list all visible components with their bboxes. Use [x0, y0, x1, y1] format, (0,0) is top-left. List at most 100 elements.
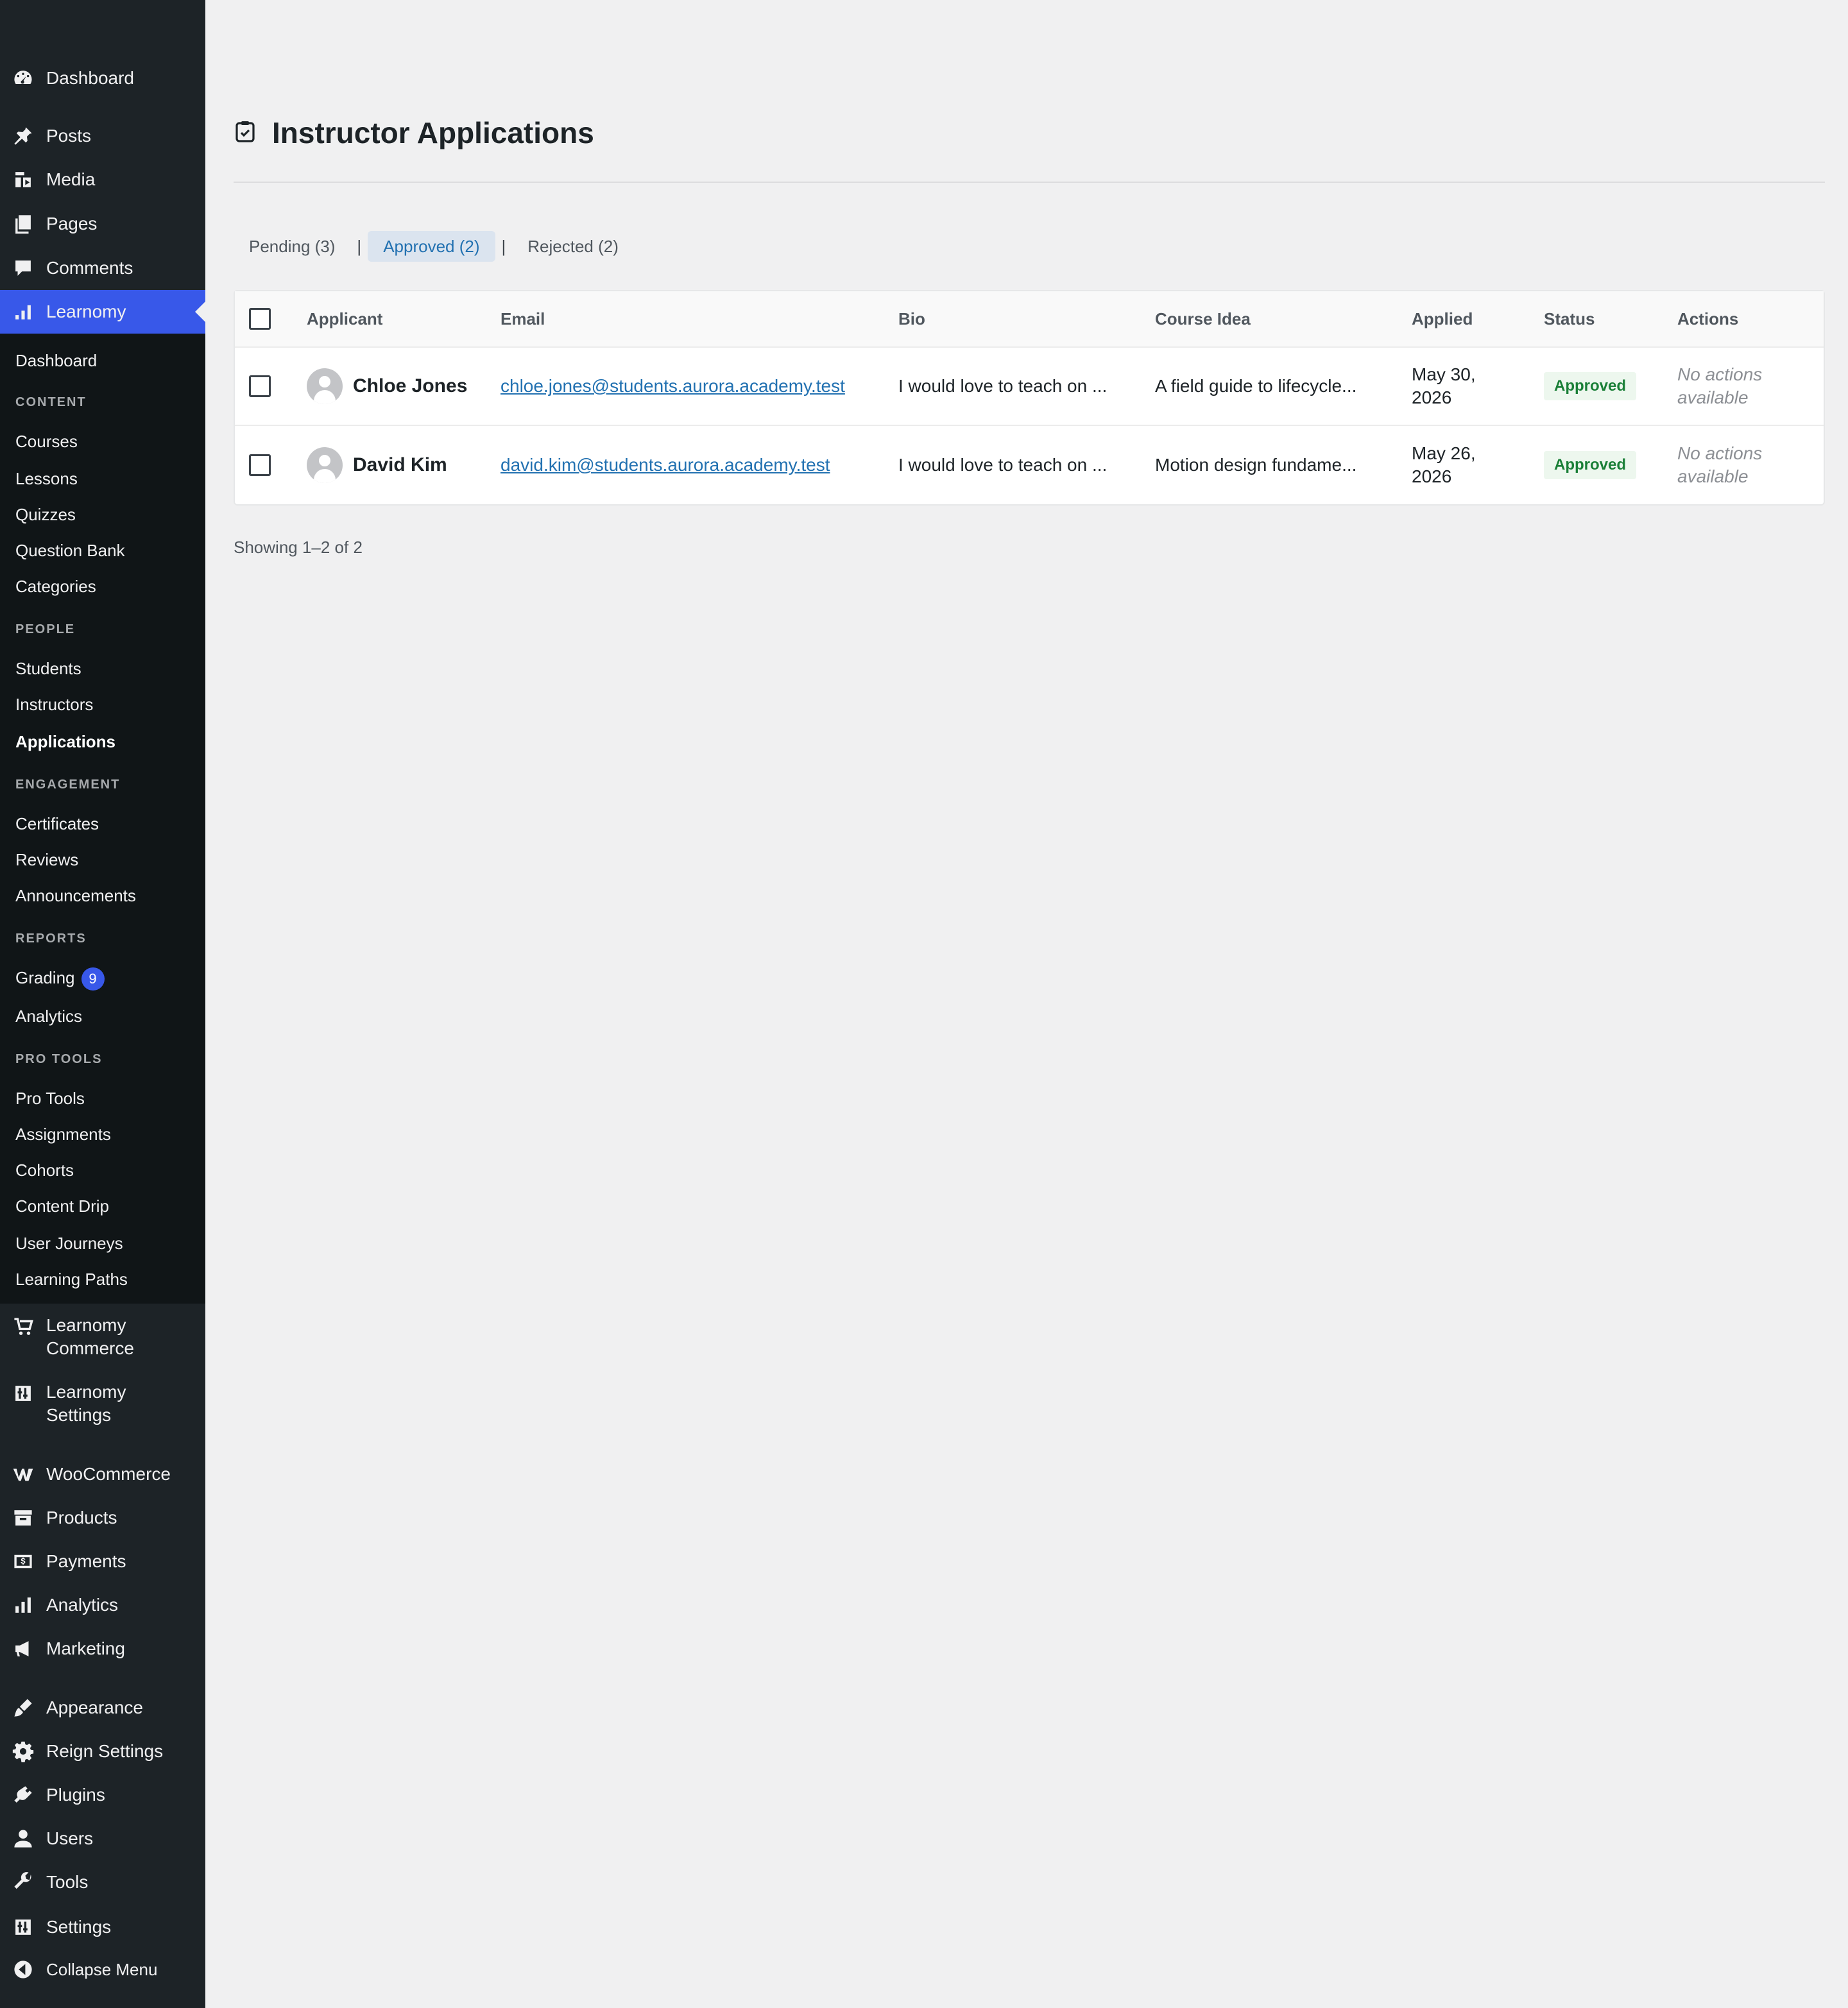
- submenu-certificates[interactable]: Certificates: [15, 812, 99, 835]
- menu-pages[interactable]: Pages: [0, 212, 205, 235]
- submenu-assignments[interactable]: Assignments: [15, 1123, 111, 1146]
- wrench-icon: [12, 1871, 35, 1894]
- page-header: Instructor Applications: [235, 115, 594, 150]
- submenu-lessons[interactable]: Lessons: [15, 467, 78, 490]
- menu-appearance[interactable]: Appearance: [0, 1696, 205, 1719]
- pagination-summary: Showing 1–2 of 2: [234, 538, 363, 557]
- menu-learnomy-commerce[interactable]: Learnomy Commerce: [0, 1314, 205, 1360]
- section-heading-pro-tools: PRO TOOLS: [15, 1052, 103, 1066]
- dashboard-icon: [12, 67, 35, 90]
- grading-count-badge: 9: [81, 967, 105, 991]
- menu-media[interactable]: Media: [0, 168, 205, 191]
- submenu-announcements[interactable]: Announcements: [15, 884, 136, 907]
- column-header-applicant[interactable]: Applicant: [307, 291, 382, 346]
- menu-label: Payments: [46, 1551, 126, 1571]
- menu-users[interactable]: Users: [0, 1827, 205, 1850]
- select-all-checkbox[interactable]: [249, 308, 271, 330]
- submenu-grading[interactable]: Grading 9: [15, 966, 105, 991]
- submenu-quizzes[interactable]: Quizzes: [15, 503, 76, 526]
- menu-learnomy[interactable]: Learnomy: [0, 290, 205, 334]
- column-header-email[interactable]: Email: [501, 291, 545, 346]
- submenu-question-bank[interactable]: Question Bank: [15, 539, 125, 562]
- submenu-cohorts[interactable]: Cohorts: [15, 1159, 74, 1182]
- megaphone-icon: [12, 1637, 35, 1660]
- submenu-students[interactable]: Students: [15, 657, 81, 680]
- page-title: Instructor Applications: [272, 116, 594, 149]
- no-actions-line2: available: [1677, 466, 1749, 486]
- plug-icon: [12, 1783, 35, 1807]
- submenu-analytics[interactable]: Analytics: [15, 1005, 82, 1028]
- column-header-course-idea[interactable]: Course Idea: [1155, 291, 1251, 346]
- tab-pending[interactable]: Pending (3): [234, 231, 350, 262]
- menu-posts[interactable]: Posts: [0, 124, 205, 148]
- menu-tools[interactable]: Tools: [0, 1871, 205, 1894]
- course-idea-cell: Motion design fundame...: [1155, 455, 1357, 475]
- settings-sliders-icon: [12, 1916, 35, 1939]
- submenu-pro-tools[interactable]: Pro Tools: [15, 1087, 85, 1110]
- submenu-applications[interactable]: Applications: [15, 730, 116, 753]
- course-idea-cell: A field guide to lifecycle...: [1155, 376, 1357, 396]
- menu-dashboard[interactable]: Dashboard: [0, 67, 205, 90]
- email-link[interactable]: chloe.jones@students.aurora.academy.test: [501, 376, 845, 396]
- submenu-user-journeys[interactable]: User Journeys: [15, 1232, 123, 1255]
- email-link[interactable]: david.kim@students.aurora.academy.test: [501, 455, 830, 475]
- status-badge: Approved: [1544, 451, 1637, 479]
- menu-marketing[interactable]: Marketing: [0, 1637, 205, 1660]
- actions-cell: No actions available: [1677, 426, 1762, 504]
- submenu-categories[interactable]: Categories: [15, 575, 96, 598]
- status-cell: Approved: [1544, 348, 1637, 425]
- column-header-actions: Actions: [1677, 309, 1739, 328]
- submenu-content-drip[interactable]: Content Drip: [15, 1195, 109, 1218]
- column-header-bio[interactable]: Bio: [898, 291, 925, 346]
- no-actions-line1: No actions: [1677, 443, 1763, 463]
- column-header-status[interactable]: Status: [1544, 291, 1595, 346]
- submenu-learning-paths[interactable]: Learning Paths: [15, 1268, 128, 1291]
- bar-chart-icon: [12, 300, 35, 323]
- no-actions-line1: No actions: [1677, 364, 1763, 384]
- row-checkbox[interactable]: [249, 454, 271, 476]
- tab-separator: |: [501, 236, 506, 256]
- tab-approved[interactable]: Approved (2): [368, 231, 495, 262]
- menu-plugins[interactable]: Plugins: [0, 1783, 205, 1807]
- row-checkbox[interactable]: [249, 375, 271, 397]
- tab-separator: |: [357, 236, 362, 256]
- no-actions-line2: available: [1677, 387, 1749, 407]
- collapse-menu-button[interactable]: Collapse Menu: [0, 1958, 205, 1981]
- applicant-name: David Kim: [353, 454, 447, 475]
- menu-label: Pages: [46, 214, 98, 234]
- row-select-cell: [249, 348, 271, 425]
- menu-products[interactable]: Products: [0, 1506, 205, 1529]
- submenu-dashboard[interactable]: Dashboard: [15, 349, 97, 372]
- current-arrow: [195, 302, 205, 322]
- menu-label: WooCommerce: [46, 1464, 171, 1484]
- menu-analytics[interactable]: Analytics: [0, 1594, 205, 1617]
- menu-reign-settings[interactable]: Reign Settings: [0, 1740, 205, 1763]
- select-all-cell: [249, 291, 271, 346]
- dollar-icon: [12, 1550, 35, 1573]
- applications-table: Applicant Email Bio Course Idea Applied …: [234, 290, 1825, 506]
- menu-settings[interactable]: Settings: [0, 1916, 205, 1939]
- menu-woocommerce[interactable]: WooCommerce: [0, 1463, 205, 1486]
- applied-date-line2: 2026: [1412, 466, 1452, 486]
- table-row: David Kim david.kim@students.aurora.acad…: [235, 426, 1824, 504]
- settings-sliders-icon: [12, 1382, 35, 1405]
- applied-date-line2: 2026: [1412, 387, 1452, 407]
- status-cell: Approved: [1544, 426, 1637, 504]
- submenu-courses[interactable]: Courses: [15, 430, 78, 453]
- bar-chart-icon: [12, 1594, 35, 1617]
- column-header-applied[interactable]: Applied: [1412, 291, 1473, 346]
- menu-label-line2: Commerce: [46, 1338, 134, 1358]
- submenu-instructors[interactable]: Instructors: [15, 693, 93, 716]
- menu-label: Appearance: [46, 1697, 144, 1717]
- menu-label: Products: [46, 1508, 117, 1527]
- menu-comments[interactable]: Comments: [0, 257, 205, 280]
- tab-rejected[interactable]: Rejected (2): [512, 231, 634, 262]
- submenu-reviews[interactable]: Reviews: [15, 848, 78, 871]
- main-content: Instructor Applications Pending (3) | Ap…: [205, 0, 1848, 2008]
- section-heading-content: CONTENT: [15, 395, 87, 409]
- table-row: Chloe Jones chloe.jones@students.aurora.…: [235, 348, 1824, 426]
- menu-payments[interactable]: Payments: [0, 1550, 205, 1573]
- menu-label: Collapse Menu: [46, 1960, 158, 1979]
- menu-learnomy-settings[interactable]: Learnomy Settings: [0, 1381, 205, 1427]
- menu-label: Comments: [46, 258, 133, 278]
